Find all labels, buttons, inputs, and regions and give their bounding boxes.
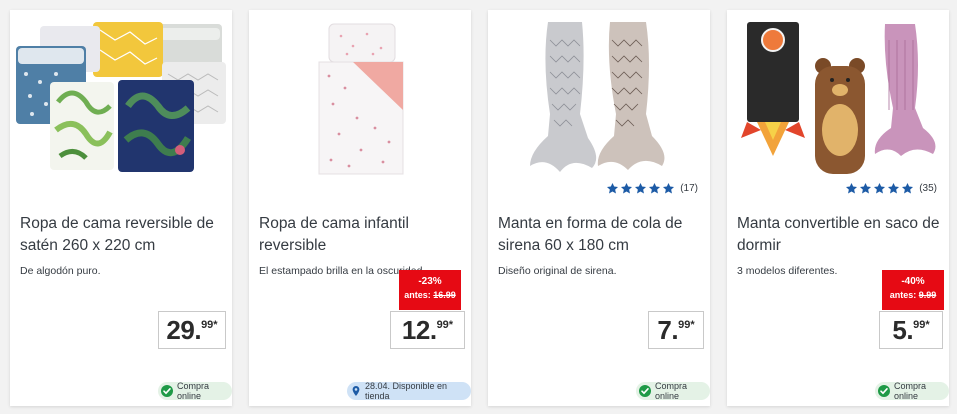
availability-label: 28.04. Disponible en tienda bbox=[365, 381, 448, 401]
star-icon bbox=[901, 182, 914, 195]
product-description: Diseño original de sirena. bbox=[498, 265, 617, 277]
price-decimal: 99* bbox=[678, 319, 695, 331]
price-box: 12. 99* bbox=[390, 311, 465, 349]
star-icon bbox=[606, 182, 619, 195]
price-integer: 5. bbox=[892, 315, 914, 345]
star-icon bbox=[634, 182, 647, 195]
bedding-satin-image[interactable] bbox=[10, 10, 232, 182]
location-pin-icon bbox=[350, 385, 362, 397]
check-icon bbox=[639, 385, 651, 397]
product-title[interactable]: Ropa de cama infantil reversible bbox=[259, 213, 465, 257]
price-integer: 29. bbox=[166, 315, 202, 345]
discount-badge: -23% antes: 16.99 bbox=[399, 270, 461, 310]
price-integer: 12. bbox=[401, 315, 437, 345]
check-icon bbox=[161, 385, 173, 397]
availability-label: Compra online bbox=[177, 381, 210, 401]
rating-count: (35) bbox=[919, 183, 937, 194]
star-icon bbox=[648, 182, 661, 195]
star-icon bbox=[620, 182, 633, 195]
star-icon bbox=[887, 182, 900, 195]
star-icon bbox=[845, 182, 858, 195]
price-decimal: 99* bbox=[201, 319, 218, 331]
price-decimal: 99* bbox=[913, 319, 930, 331]
product-title[interactable]: Ropa de cama reversible de satén 260 x 2… bbox=[20, 213, 226, 257]
product-title[interactable]: Manta en forma de cola de sirena 60 x 18… bbox=[498, 213, 704, 257]
product-title[interactable]: Manta convertible en saco de dormir bbox=[737, 213, 943, 257]
availability-badge: Compra online bbox=[158, 381, 232, 401]
product-card[interactable]: (17) Manta en forma de cola de sirena 60… bbox=[488, 10, 710, 406]
product-description: De algodón puro. bbox=[20, 265, 101, 277]
star-icon bbox=[859, 182, 872, 195]
product-card[interactable]: (35) Manta convertible en saco de dormir… bbox=[727, 10, 949, 406]
old-price: antes: 9.99 bbox=[889, 290, 937, 300]
price-box: 29. 99* bbox=[158, 311, 226, 349]
product-card[interactable]: Ropa de cama infantil reversible El esta… bbox=[249, 10, 471, 406]
availability-badge: Compra online bbox=[875, 381, 949, 401]
availability-label: Compra online bbox=[894, 381, 927, 401]
discount-percent: -23% bbox=[418, 276, 442, 287]
rating-stars[interactable]: (35) bbox=[845, 182, 937, 195]
availability-badge: Compra online bbox=[636, 381, 710, 401]
availability-label: Compra online bbox=[655, 381, 688, 401]
discount-percent: -40% bbox=[901, 276, 925, 287]
price-integer: 7. bbox=[657, 315, 679, 345]
product-card[interactable]: Ropa de cama reversible de satén 260 x 2… bbox=[10, 10, 232, 406]
kids-bedding-image[interactable] bbox=[249, 10, 471, 182]
rating-count: (17) bbox=[680, 183, 698, 194]
availability-badge: 28.04. Disponible en tienda bbox=[347, 381, 471, 401]
price-box: 7. 99* bbox=[648, 311, 704, 349]
price-box: 5. 99* bbox=[879, 311, 943, 349]
price-decimal: 99* bbox=[436, 319, 454, 331]
star-icon bbox=[662, 182, 675, 195]
discount-badge: -40% antes: 9.99 bbox=[882, 270, 944, 310]
rating-stars[interactable]: (17) bbox=[606, 182, 698, 195]
star-icon bbox=[873, 182, 886, 195]
check-icon bbox=[878, 385, 890, 397]
mermaid-blanket-image[interactable] bbox=[488, 10, 710, 182]
old-price: antes: 16.99 bbox=[404, 290, 456, 300]
sleeping-bag-blanket-image[interactable] bbox=[727, 10, 949, 182]
